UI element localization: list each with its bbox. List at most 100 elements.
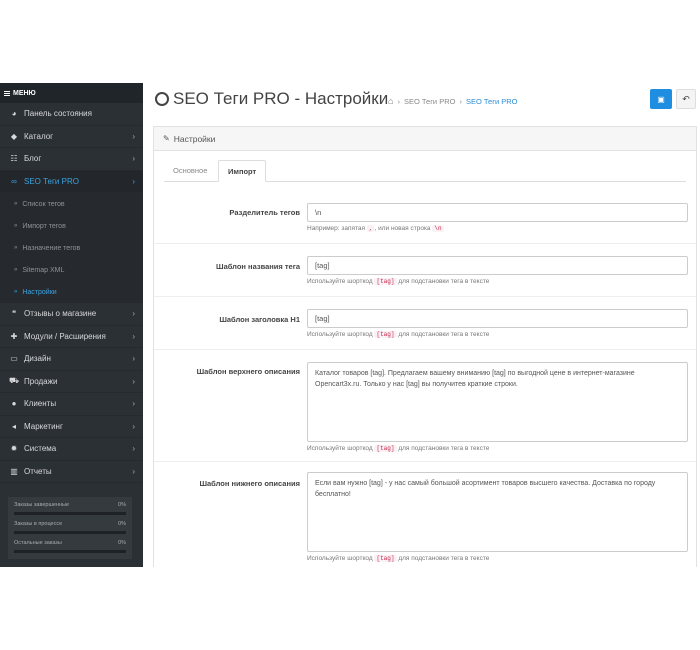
link-icon: ∞ <box>11 176 17 186</box>
stat-value: 0% <box>118 502 126 508</box>
tag-name-label: Шаблон названия тега <box>216 262 300 271</box>
tab-import[interactable]: Импорт <box>218 160 267 182</box>
main-content: SEO Теги PRO - Настройки ⌂ › SEO Теги PR… <box>143 83 700 567</box>
breadcrumb-item[interactable]: SEO Теги PRO <box>404 97 456 106</box>
sidebar-item[interactable]: ◂ Маркетинг › <box>0 416 143 438</box>
submenu-item[interactable]: » Импорт тегов <box>0 215 143 237</box>
sidebar: МЕНЮ ◕ Панель состояния ◆ Каталог › ☷ Блог › ∞ SE… <box>0 83 143 567</box>
chevron-right-icon: › <box>132 399 135 408</box>
form-row-top-description: Шаблон верхнего описания Каталог товаров… <box>154 350 696 462</box>
home-icon[interactable]: ⌂ <box>388 96 393 106</box>
menu-title: МЕНЮ <box>13 89 36 97</box>
chevron-right-icon: › <box>132 131 135 141</box>
top-description-help: Используйте шорткод [tag] для подстановк… <box>307 445 490 452</box>
list-icon: ☷ <box>10 154 18 164</box>
back-button[interactable]: ↶ <box>676 89 696 109</box>
form-row-h1: Шаблон заголовка H1 [tag] Используйте шо… <box>154 297 696 350</box>
angle-double-right-icon: » <box>14 289 18 295</box>
stat-label: Заказы завершенные <box>14 502 70 508</box>
sidebar-item[interactable]: ▥ Отчеты › <box>0 461 143 483</box>
top-description-label: Шаблон верхнего описания <box>196 367 300 376</box>
puzzle-icon: ✚ <box>10 331 18 341</box>
separator-input[interactable]: \n <box>307 203 688 222</box>
bar-chart-icon: ▥ <box>10 466 18 476</box>
sidebar-item-label: Панель состояния <box>24 109 92 119</box>
share-icon: ◂ <box>11 421 16 431</box>
submenu-seo-tags: » Список тегов » Импорт тегов » Назначение те… <box>0 193 143 303</box>
stat-progress-bar <box>14 512 126 515</box>
sidebar-item[interactable]: ▭ Дизайн › <box>0 348 143 371</box>
submenu-item[interactable]: » Настройки <box>0 281 143 303</box>
stat-row: Остальные заказы 0% <box>14 538 126 557</box>
chevron-right-icon: › <box>132 154 135 163</box>
tag-name-input[interactable]: [tag] <box>307 256 688 275</box>
submenu-item[interactable]: » Список тегов <box>0 193 143 215</box>
stat-value: 0% <box>118 521 126 527</box>
stat-label: Заказы в процессе <box>14 521 63 527</box>
h1-input[interactable]: [tag] <box>307 309 688 328</box>
page-title: SEO Теги PRO - Настройки <box>173 89 389 108</box>
chevron-right-icon: › <box>132 354 135 363</box>
sidebar-item[interactable]: ● Клиенты › <box>0 393 143 416</box>
sidebar-item-label: Система <box>24 444 57 454</box>
order-stats: Заказы завершенные 0% Заказы в процессе 0% О… <box>8 497 132 559</box>
sidebar-item-label: Продажи <box>24 376 58 386</box>
angle-double-right-icon: » <box>14 201 18 207</box>
form-row-bottom-description: Шаблон нижнего описания Если вам нужно [… <box>154 462 696 567</box>
chevron-right-icon: › <box>132 331 135 341</box>
sidebar-item-label: Каталог <box>24 131 54 141</box>
save-icon: ▣ <box>657 94 665 104</box>
breadcrumb: ⌂ › SEO Теги PRO › SEO Теги PRO <box>388 96 518 106</box>
sidebar-item[interactable]: ✚ Модули / Расширения › <box>0 326 143 348</box>
h1-label: Шаблон заголовка H1 <box>219 315 300 324</box>
gear-icon: ✹ <box>10 444 18 454</box>
stat-progress-bar <box>14 531 126 534</box>
sidebar-item[interactable]: ◆ Каталог › <box>0 126 143 148</box>
monitor-icon: ▭ <box>10 354 18 364</box>
sidebar-item[interactable]: ✹ Система › <box>0 438 143 461</box>
tab-general[interactable]: Основное <box>164 160 216 182</box>
settings-panel: ✎ Настройки Основное Импорт Разделитель … <box>153 126 697 567</box>
chevron-right-icon: › <box>132 309 135 318</box>
reply-icon: ↶ <box>682 93 690 104</box>
sidebar-item[interactable]: ⛟ Продажи › <box>0 371 143 393</box>
sidebar-item[interactable]: ❝ Отзывы о магазине › <box>0 303 143 326</box>
bottom-description-help: Используйте шорткод [tag] для подстановк… <box>307 555 490 562</box>
separator-help: Например: запятая ,, или новая строка \n <box>307 225 444 232</box>
submenu-item-label: Sitemap XML <box>22 266 65 274</box>
comments-icon: ❝ <box>11 309 17 319</box>
angle-double-right-icon: » <box>14 223 18 229</box>
sidebar-item-label: Дизайн <box>24 354 51 364</box>
form-row-tag-name: Шаблон названия тега [tag] Используйте ш… <box>154 244 696 297</box>
app-frame: МЕНЮ ◕ Панель состояния ◆ Каталог › ☷ Блог › ∞ SE… <box>0 83 700 567</box>
stat-value: 0% <box>118 540 126 546</box>
save-button[interactable]: ▣ <box>650 89 672 109</box>
stat-row: Заказы в процессе 0% <box>14 519 126 538</box>
bottom-description-textarea[interactable]: Если вам нужно [tag] - у нас самый больш… <box>307 472 688 552</box>
submenu-item[interactable]: » Назначение тегов <box>0 237 143 259</box>
hamburger-icon <box>4 90 10 96</box>
separator-label: Разделитель тегов <box>229 208 300 217</box>
angle-double-right-icon: » <box>14 245 18 251</box>
breadcrumb-item-current[interactable]: SEO Теги PRO <box>466 97 518 106</box>
submenu-item-label: Импорт тегов <box>22 222 66 230</box>
chevron-right-icon: › <box>132 421 135 431</box>
menu-header[interactable]: МЕНЮ <box>0 83 143 103</box>
chevron-right-icon: › <box>132 176 135 186</box>
sidebar-item-label: SEO Теги PRO <box>24 176 79 186</box>
chevron-right-icon: › <box>132 444 135 453</box>
stat-progress-bar <box>14 550 126 553</box>
submenu-item[interactable]: » Sitemap XML <box>0 259 143 281</box>
sidebar-item-label: Отзывы о магазине <box>24 309 97 319</box>
user-icon: ● <box>11 399 17 409</box>
stat-row: Заказы завершенные 0% <box>14 500 126 519</box>
angle-double-right-icon: » <box>14 267 18 273</box>
sidebar-item[interactable]: ◕ Панель состояния <box>0 103 143 126</box>
sidebar-item-label: Клиенты <box>24 399 57 409</box>
sidebar-item-label: Отчеты <box>24 466 52 476</box>
panel-title: Настройки <box>173 133 216 144</box>
top-description-textarea[interactable]: Каталог товаров [tag]. Предлагаем вашему… <box>307 362 688 442</box>
sidebar-item[interactable]: ☷ Блог › <box>0 148 143 171</box>
sidebar-item[interactable]: ∞ SEO Теги PRO › <box>0 170 143 193</box>
stat-label: Остальные заказы <box>14 540 62 546</box>
